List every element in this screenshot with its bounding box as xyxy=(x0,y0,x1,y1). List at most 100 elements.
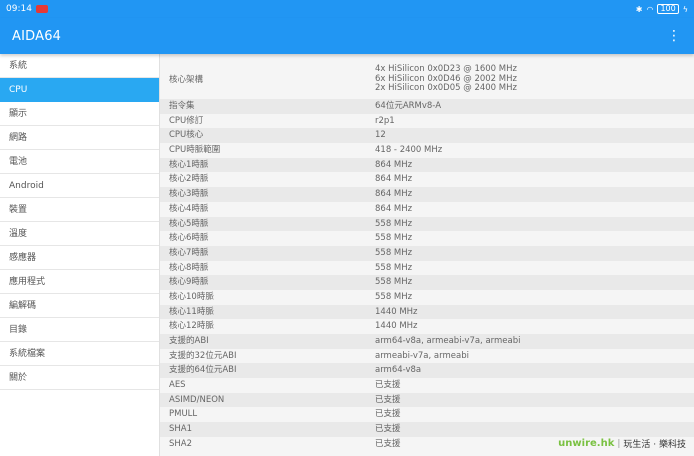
table-row: 支援的ABI arm64-v8a, armeabi-v7a, armeabi xyxy=(160,334,694,349)
table-row: 核心1時脈 864 MHz xyxy=(160,157,694,173)
row-value: arm64-v8a, armeabi-v7a, armeabi xyxy=(375,336,521,346)
table-row: 核心2時脈 864 MHz xyxy=(160,172,694,187)
sidebar-item[interactable]: 系統 xyxy=(0,54,159,78)
row-key: SHA2 xyxy=(169,438,193,449)
table-row: 核心6時脈 558 MHz xyxy=(160,231,694,246)
sidebar-item[interactable]: 裝置 xyxy=(0,198,159,222)
row-key: CPU核心 xyxy=(169,130,204,141)
status-icons: ✱ ◠ 100 ϟ xyxy=(636,4,688,14)
table-row: 核心3時脈 864 MHz xyxy=(160,187,694,202)
table-row: CPU修訂 r2p1 xyxy=(160,114,694,129)
row-key: 核心9時脈 xyxy=(169,277,209,288)
bluetooth-icon: ✱ xyxy=(635,4,643,14)
row-value: 864 MHz xyxy=(375,203,413,214)
row-key: 核心架構 xyxy=(169,74,204,85)
notification-icon xyxy=(35,5,48,13)
sidebar-item[interactable]: 應用程式 xyxy=(0,270,159,294)
arch-line: 2x HiSilicon 0x0D05 @ 2400 MHz xyxy=(375,83,517,94)
row-key: PMULL xyxy=(169,409,198,420)
sidebar-item[interactable]: 溫度 xyxy=(0,222,159,246)
row-value: arm64-v8a xyxy=(375,365,422,376)
status-bar: 09:14 ✱ ◠ 100 ϟ xyxy=(0,0,694,18)
row-key: 核心1時脈 xyxy=(169,159,209,170)
table-row: 核心5時脈 558 MHz xyxy=(160,216,694,232)
sidebar-item[interactable]: 目錄 xyxy=(0,318,159,342)
row-value: 1440 MHz xyxy=(375,321,418,332)
row-key: 核心7時脈 xyxy=(169,247,209,258)
table-row-core-arch: 核心架構 4x HiSilicon 0x0D23 @ 1600 MHz 6x H… xyxy=(160,60,694,99)
row-key: SHA1 xyxy=(169,424,193,435)
sidebar: 系統 CPU 顯示 網路 電池 Android 裝置 溫度 感應器 應用程式 編解碼 目錄 系統檔案 關於 xyxy=(0,54,160,456)
sidebar-item[interactable]: 電池 xyxy=(0,150,159,174)
sidebar-item[interactable]: 系統檔案 xyxy=(0,342,159,366)
row-key: 支援的32位元ABI xyxy=(169,350,237,361)
table-row: 核心10時脈 558 MHz xyxy=(160,290,694,305)
row-key: 核心10時脈 xyxy=(169,291,214,302)
row-value: 558 MHz xyxy=(375,277,413,288)
table-row: 核心12時脈 1440 MHz xyxy=(160,319,694,334)
row-value: 已支援 xyxy=(375,380,401,391)
row-value: 558 MHz xyxy=(375,262,413,273)
row-key: 核心11時脈 xyxy=(169,306,214,317)
row-key: 支援的64位元ABI xyxy=(169,365,237,376)
table-row: 核心11時脈 1440 MHz xyxy=(160,304,694,320)
row-value: 558 MHz xyxy=(375,233,413,244)
row-key: CPU修訂 xyxy=(169,115,204,126)
row-value: 558 MHz xyxy=(375,291,413,302)
battery-level: 100 xyxy=(657,4,679,14)
row-key: 核心12時脈 xyxy=(169,321,214,332)
cpu-details-panel: 核心架構 4x HiSilicon 0x0D23 @ 1600 MHz 6x H… xyxy=(160,54,694,456)
table-row: 指令集 64位元ARMv8-A xyxy=(160,99,694,114)
row-value: 864 MHz xyxy=(375,174,413,185)
row-value: 已支援 xyxy=(375,409,401,420)
table-row: 核心7時脈 558 MHz xyxy=(160,245,694,261)
row-key: ASIMD/NEON xyxy=(169,394,225,405)
watermark-brand: unwire.hk xyxy=(558,438,615,449)
sidebar-item[interactable]: Android xyxy=(0,174,159,198)
table-row: CPU時脈範圍 418 - 2400 MHz xyxy=(160,143,694,158)
row-key: 核心2時脈 xyxy=(169,174,209,185)
watermark: unwire.hk | 玩生活 · 樂科技 xyxy=(558,438,686,450)
table-row: AES 已支援 xyxy=(160,378,694,393)
row-value: 864 MHz xyxy=(375,189,413,200)
row-value: armeabi-v7a, armeabi xyxy=(375,350,469,361)
row-value: 已支援 xyxy=(375,424,401,435)
row-key: 核心6時脈 xyxy=(169,233,209,244)
row-value: r2p1 xyxy=(375,115,395,126)
row-value: 1440 MHz xyxy=(375,306,418,317)
row-value: 418 - 2400 MHz xyxy=(375,145,443,156)
sidebar-item[interactable]: 感應器 xyxy=(0,246,159,270)
row-value: 4x HiSilicon 0x0D23 @ 1600 MHz 6x HiSili… xyxy=(375,65,694,94)
watermark-tagline: 玩生活 · 樂科技 xyxy=(623,440,686,450)
sidebar-item[interactable]: 顯示 xyxy=(0,102,159,126)
row-value: 12 xyxy=(375,130,386,141)
row-value: 64位元ARMv8-A xyxy=(375,101,442,111)
table-row: 核心8時脈 558 MHz xyxy=(160,261,694,276)
app-title: AIDA64 xyxy=(12,28,62,44)
row-key: 核心8時脈 xyxy=(169,262,209,273)
table-row: CPU核心 12 xyxy=(160,128,694,144)
row-value: 558 MHz xyxy=(375,218,413,229)
table-row: 核心9時脈 558 MHz xyxy=(160,275,694,290)
row-key: 核心5時脈 xyxy=(169,218,209,229)
sidebar-item[interactable]: 關於 xyxy=(0,366,159,390)
app-bar: AIDA64 ⋮ xyxy=(0,18,694,54)
status-time: 09:14 xyxy=(6,4,32,14)
charging-icon: ϟ xyxy=(682,4,688,14)
table-row: SHA1 已支援 xyxy=(160,422,694,437)
row-value: 已支援 xyxy=(375,394,401,405)
row-key: 指令集 xyxy=(169,101,195,111)
row-key: 核心4時脈 xyxy=(169,203,209,214)
table-row: 核心4時脈 864 MHz xyxy=(160,202,694,217)
row-key: 支援的ABI xyxy=(169,336,209,346)
sidebar-item[interactable]: 網路 xyxy=(0,126,159,150)
table-row: PMULL 已支援 xyxy=(160,407,694,422)
row-key: AES xyxy=(169,380,186,391)
overflow-menu-icon[interactable]: ⋮ xyxy=(666,28,682,44)
cpu-info-table: 核心架構 4x HiSilicon 0x0D23 @ 1600 MHz 6x H… xyxy=(160,60,694,452)
row-value: 558 MHz xyxy=(375,247,413,258)
sidebar-item[interactable]: 編解碼 xyxy=(0,294,159,318)
sidebar-item[interactable]: CPU xyxy=(0,78,159,102)
row-value: 864 MHz xyxy=(375,159,413,170)
row-key: CPU時脈範圍 xyxy=(169,145,221,156)
